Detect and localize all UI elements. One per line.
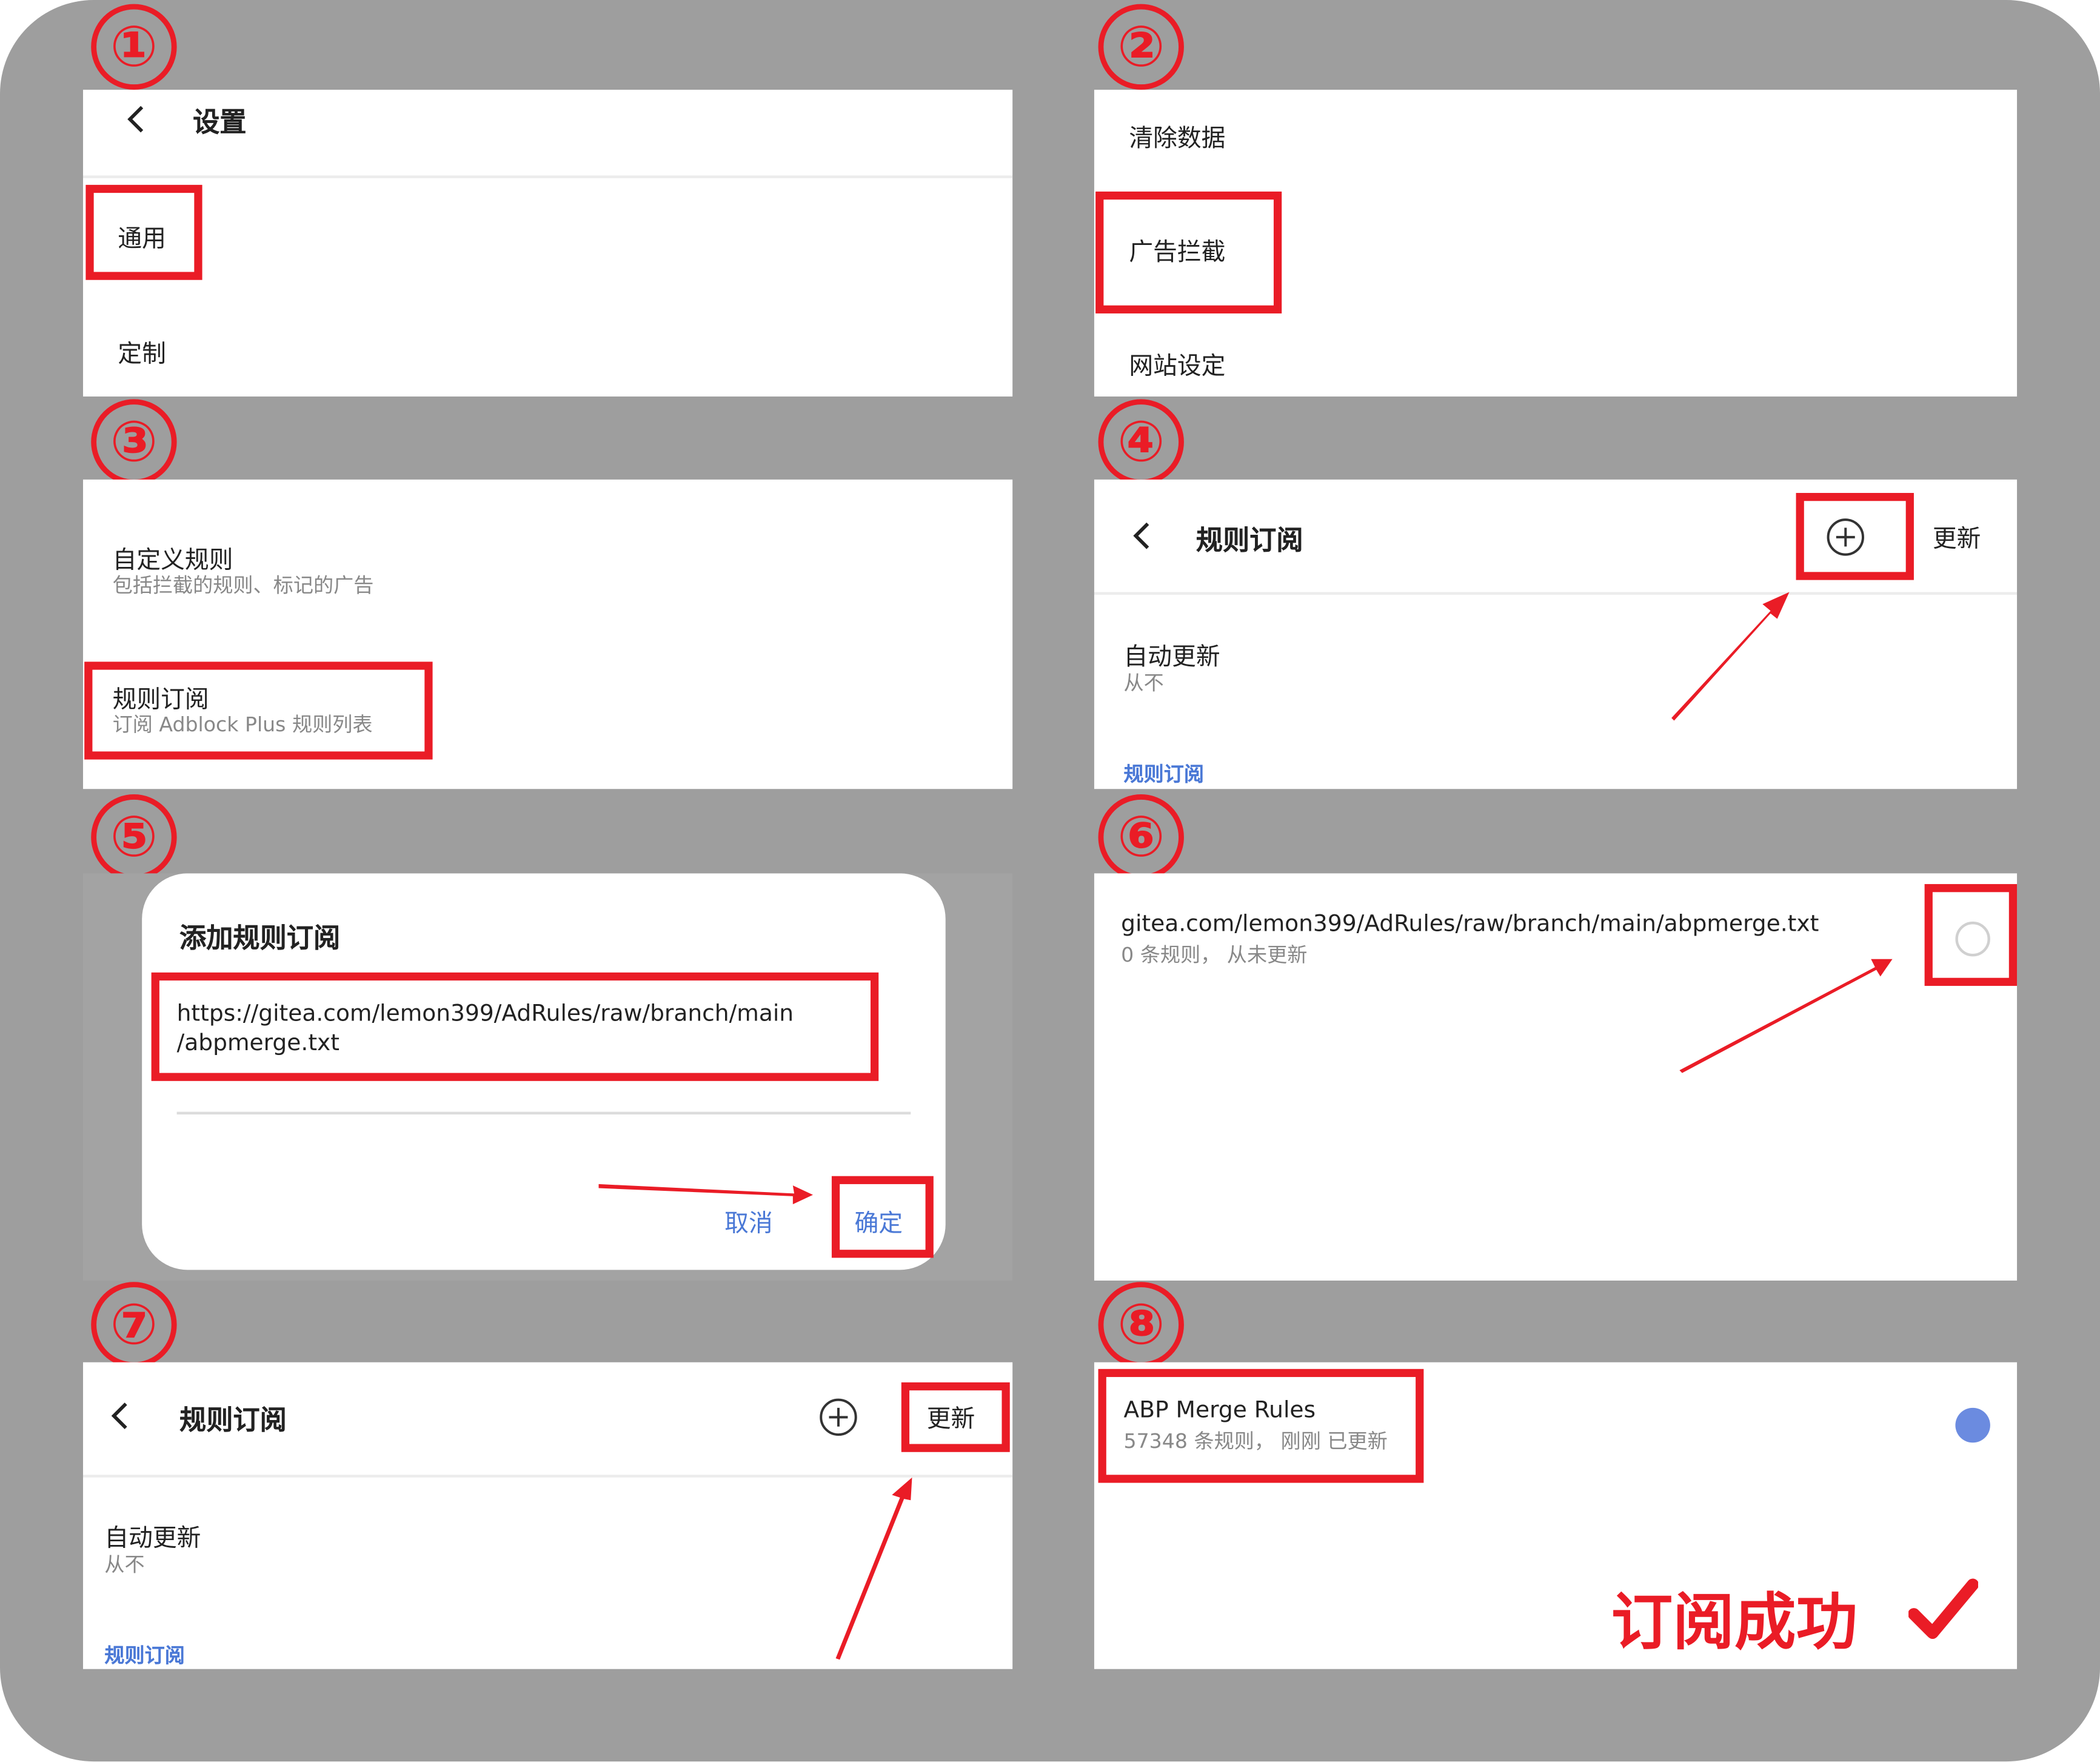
page-title: 规则订阅 xyxy=(179,1404,287,1436)
checkmark-icon xyxy=(1908,1578,1978,1639)
page-title: 设置 xyxy=(193,106,247,138)
back-arrow-icon[interactable] xyxy=(123,103,150,135)
step-number-7: ⑦ xyxy=(91,1282,177,1368)
step-number-1: ① xyxy=(91,4,177,90)
step-number-6: ⑥ xyxy=(1098,794,1184,880)
radio-checked-icon[interactable] xyxy=(1953,1405,1993,1445)
highlight-subscriptions xyxy=(84,662,433,760)
input-underline xyxy=(176,1111,911,1115)
step-number-8: ⑧ xyxy=(1098,1282,1184,1368)
step-number-5: ⑤ xyxy=(91,794,177,880)
header-divider xyxy=(82,1475,1013,1478)
panel-rule-subscriptions-update: 规则订阅 更新 自动更新 从不 规则订阅 xyxy=(82,1362,1013,1669)
auto-update-label[interactable]: 自动更新 xyxy=(1124,638,1220,672)
auto-update-value: 从不 xyxy=(1123,671,1164,695)
section-header: 规则订阅 xyxy=(1123,762,1205,786)
subscription-url[interactable]: gitea.com/lemon399/AdRules/raw/branch/ma… xyxy=(1121,911,1819,937)
step-number-2: ② xyxy=(1098,4,1184,90)
header-divider xyxy=(1094,592,2018,595)
cancel-button[interactable]: 取消 xyxy=(724,1204,773,1239)
section-header: 规则订阅 xyxy=(104,1643,185,1668)
highlight-radio xyxy=(1924,884,2018,986)
highlight-update xyxy=(901,1382,1010,1452)
custom-rules-desc: 包括拦截的规则、标记的广告 xyxy=(112,573,374,598)
item-clear-data[interactable]: 清除数据 xyxy=(1129,119,1225,154)
back-arrow-icon[interactable] xyxy=(1129,520,1155,552)
add-circle-icon[interactable] xyxy=(818,1397,858,1437)
highlight-url-input xyxy=(151,972,879,1081)
subscription-status: 0 条规则， 从未更新 xyxy=(1121,943,1308,968)
auto-update-value: 从不 xyxy=(104,1552,145,1577)
header-divider xyxy=(82,175,1013,178)
update-button[interactable]: 更新 xyxy=(1933,520,1981,554)
tutorial-canvas: ① ② ③ ④ ⑤ ⑥ ⑦ ⑧ 设置 通用 定制 清除数据 广告拦截 网站设定 … xyxy=(0,0,2100,1762)
page-title: 规则订阅 xyxy=(1195,523,1303,556)
auto-update-label[interactable]: 自动更新 xyxy=(104,1519,201,1553)
highlight-general xyxy=(85,184,202,280)
highlight-success-item xyxy=(1098,1368,1424,1483)
highlight-adblock xyxy=(1095,191,1282,313)
step-number-4: ④ xyxy=(1098,399,1184,485)
highlight-add-button xyxy=(1796,492,1914,580)
back-arrow-icon[interactable] xyxy=(107,1400,134,1432)
panel-subscription-list: gitea.com/lemon399/AdRules/raw/branch/ma… xyxy=(1094,873,2018,1281)
step-number-3: ③ xyxy=(91,399,177,485)
settings-item-custom[interactable]: 定制 xyxy=(118,335,166,369)
item-site-settings[interactable]: 网站设定 xyxy=(1129,347,1225,381)
dialog-title: 添加规则订阅 xyxy=(179,921,341,954)
success-caption: 订阅成功 xyxy=(1611,1586,1858,1658)
highlight-confirm xyxy=(831,1176,934,1258)
panel-settings: 设置 通用 定制 xyxy=(82,90,1013,397)
